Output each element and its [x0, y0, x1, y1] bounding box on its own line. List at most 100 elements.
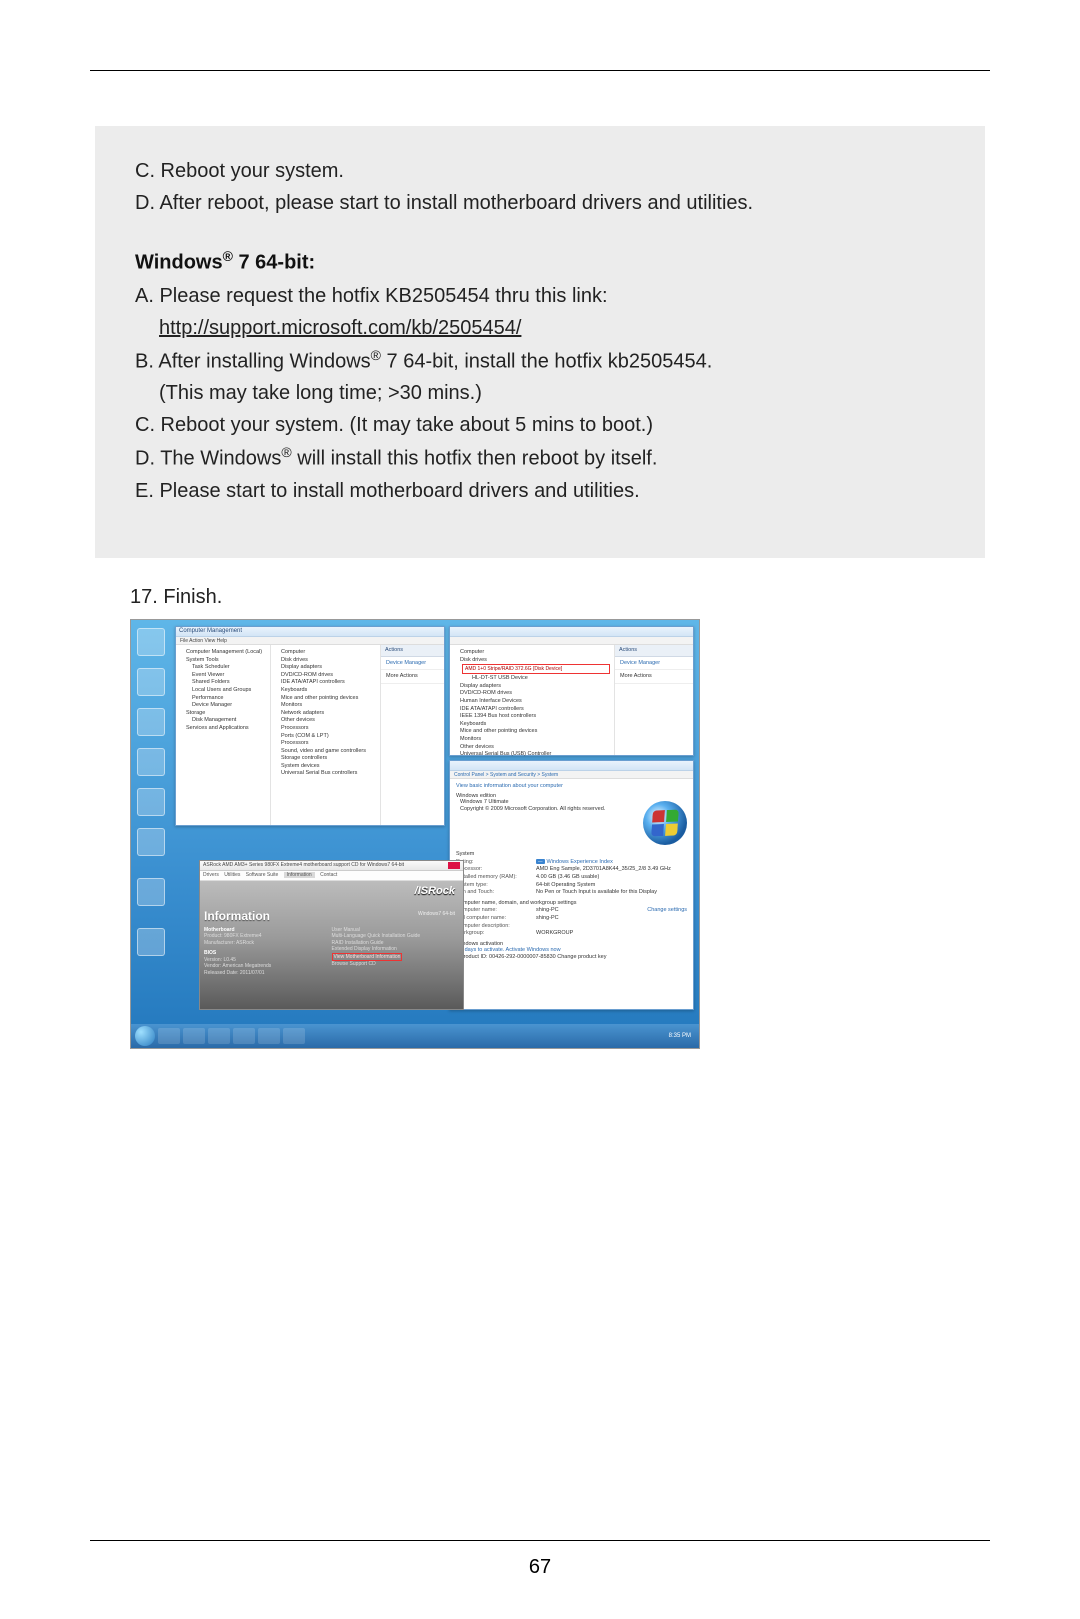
dm-tree: Computer Disk drives AMD 1+0 Stripe/RAID…	[450, 645, 615, 755]
actions-more: More Actions	[381, 670, 444, 684]
actions-sub: Device Manager	[386, 660, 426, 666]
tree-item: HL-DT-ST USB Device	[472, 675, 610, 682]
tree-item: Human Interface Devices	[460, 698, 610, 705]
mb-mf: Manufacturer: ASRock	[204, 940, 332, 947]
tree-item: Universal Serial Bus (USB) Controller	[460, 751, 610, 758]
bios-date: Released Date: 2011/07/01	[204, 970, 332, 977]
tree-item: Universal Serial Bus controllers	[281, 770, 376, 777]
pen-k: Pen and Touch:	[456, 889, 536, 896]
tree-item: System devices	[281, 763, 376, 770]
taskbar-clock: 8:35 PM	[669, 1033, 695, 1039]
ram-v: 4.00 GB (3.46 GB usable)	[536, 874, 599, 881]
taskbar: 8:35 PM	[131, 1024, 699, 1048]
info-titlebar: ASRock AMD AM3+ Series 980FX Extreme4 mo…	[200, 861, 463, 871]
top-horizontal-rule	[90, 70, 990, 71]
rating-badge-icon: —	[536, 859, 545, 864]
win64-a: A. Please request the hotfix KB2505454 t…	[135, 281, 945, 311]
step-17: 17. Finish.	[130, 586, 990, 609]
tree-item: Disk drives	[460, 657, 610, 664]
act-line: 3 days to activate. Activate Windows now	[460, 947, 687, 954]
cm-mid-tree: Computer Disk drives Display adapters DV…	[271, 645, 381, 825]
tree-item: Shared Folders	[192, 679, 266, 686]
sys-system-h: System	[456, 851, 687, 858]
taskbar-item	[158, 1028, 180, 1044]
desc-k: Computer description:	[456, 923, 536, 930]
tree-item: Processors	[281, 740, 376, 747]
win64-b: B. After installing Windows® 7 64-bit, i…	[135, 345, 945, 377]
tree-item: Keyboards	[460, 721, 610, 728]
tree-item: IEEE 1394 Bus host controllers	[460, 713, 610, 720]
desktop-icon	[137, 668, 165, 696]
page-number: 67	[90, 1556, 990, 1579]
close-icon	[448, 862, 460, 869]
d-post: will install this hotfix then reboot by …	[292, 448, 658, 470]
computer-management-window: Computer Management File Action View Hel…	[175, 626, 445, 826]
taskbar-item	[233, 1028, 255, 1044]
tree-item: Computer Management (Local)	[186, 649, 266, 656]
sys-edition: Windows 7 Ultimate	[460, 799, 639, 806]
reg-symbol: ®	[223, 248, 233, 264]
pen-v: No Pen or Touch Input is available for t…	[536, 889, 657, 896]
cm-menubar: File Action View Help	[176, 637, 444, 645]
rb-browse: Browse Support CD	[332, 961, 460, 968]
view-mb-highlight: View Motherboard Information	[332, 953, 403, 962]
b-pre: B. After installing Windows	[135, 350, 371, 372]
dm-menubar	[450, 637, 693, 645]
actions-more: More Actions	[615, 670, 693, 684]
cname-k: Computer name:	[456, 907, 536, 914]
desktop-icon	[137, 928, 165, 956]
tree-item: Device Manager	[192, 702, 266, 709]
screenshot-figure: Computer Management File Action View Hel…	[130, 619, 700, 1049]
taskbar-item	[283, 1028, 305, 1044]
desktop-icon	[137, 828, 165, 856]
tree-item: Task Scheduler	[192, 664, 266, 671]
systype-k: System type:	[456, 882, 536, 889]
win64-c: C. Reboot your system. (It may take abou…	[135, 410, 945, 440]
footer: 67	[90, 1540, 990, 1579]
tree-item: Other devices	[281, 717, 376, 724]
processor-k: Processor:	[456, 866, 536, 873]
cm-titlebar: Computer Management	[176, 627, 444, 637]
info-left-col: Motherboard Product: 980FX Extreme4 Manu…	[204, 927, 332, 977]
desktop-icon	[137, 878, 165, 906]
tree-item: Monitors	[460, 736, 610, 743]
asrock-info-window: ASRock AMD AM3+ Series 980FX Extreme4 mo…	[199, 860, 464, 1010]
desktop-icon	[137, 788, 165, 816]
tree-item: Display adapters	[460, 683, 610, 690]
line-c: C. Reboot your system.	[135, 156, 945, 186]
sys-edition-h: Windows edition	[456, 793, 687, 800]
tree-item: Computer	[460, 649, 610, 656]
win64-heading: Windows® 7 64-bit:	[135, 248, 945, 275]
win64-e: E. Please start to install motherboard d…	[135, 476, 945, 506]
tree-item: DVD/CD-ROM drives	[281, 672, 376, 679]
reg-symbol-2: ®	[371, 347, 381, 363]
windows-logo-icon	[643, 801, 687, 845]
asrock-subbrand: Windows7 64-bit	[418, 911, 455, 917]
hotfix-link[interactable]: http://support.microsoft.com/kb/2505454/	[159, 317, 521, 339]
taskbar-item	[258, 1028, 280, 1044]
cm-actions-pane: Actions	[381, 645, 444, 657]
sys-titlebar	[450, 761, 693, 771]
asrock-logo: /ISRock	[415, 885, 455, 897]
taskbar-item	[208, 1028, 230, 1044]
device-manager-window: Computer Disk drives AMD 1+0 Stripe/RAID…	[449, 626, 694, 756]
tab-software: Software Suite	[246, 872, 279, 878]
desktop-icon	[137, 628, 165, 656]
b-post: 7 64-bit, install the hotfix kb2505454.	[381, 350, 712, 372]
tree-item: Disk drives	[281, 657, 376, 664]
tree-item: Performance	[192, 695, 266, 702]
dm-actions-pane: Actions	[615, 645, 693, 657]
line-d: D. After reboot, please start to install…	[135, 188, 945, 218]
taskbar-item	[183, 1028, 205, 1044]
tab-contact: Contact	[320, 872, 337, 878]
cname-h: Computer name, domain, and workgroup set…	[456, 900, 687, 907]
tree-item: Disk Management	[192, 717, 266, 724]
wg-v: WORKGROUP	[536, 930, 573, 937]
tree-item: System Tools	[186, 657, 266, 664]
dm-titlebar	[450, 627, 693, 637]
raid-highlight: AMD 1+0 Stripe/RAID 372.6G [Disk Device]	[462, 664, 610, 674]
bottom-horizontal-rule	[90, 1540, 990, 1541]
tree-item: Display adapters	[281, 664, 376, 671]
heading-pre: Windows	[135, 252, 223, 274]
tree-item: Storage	[186, 710, 266, 717]
